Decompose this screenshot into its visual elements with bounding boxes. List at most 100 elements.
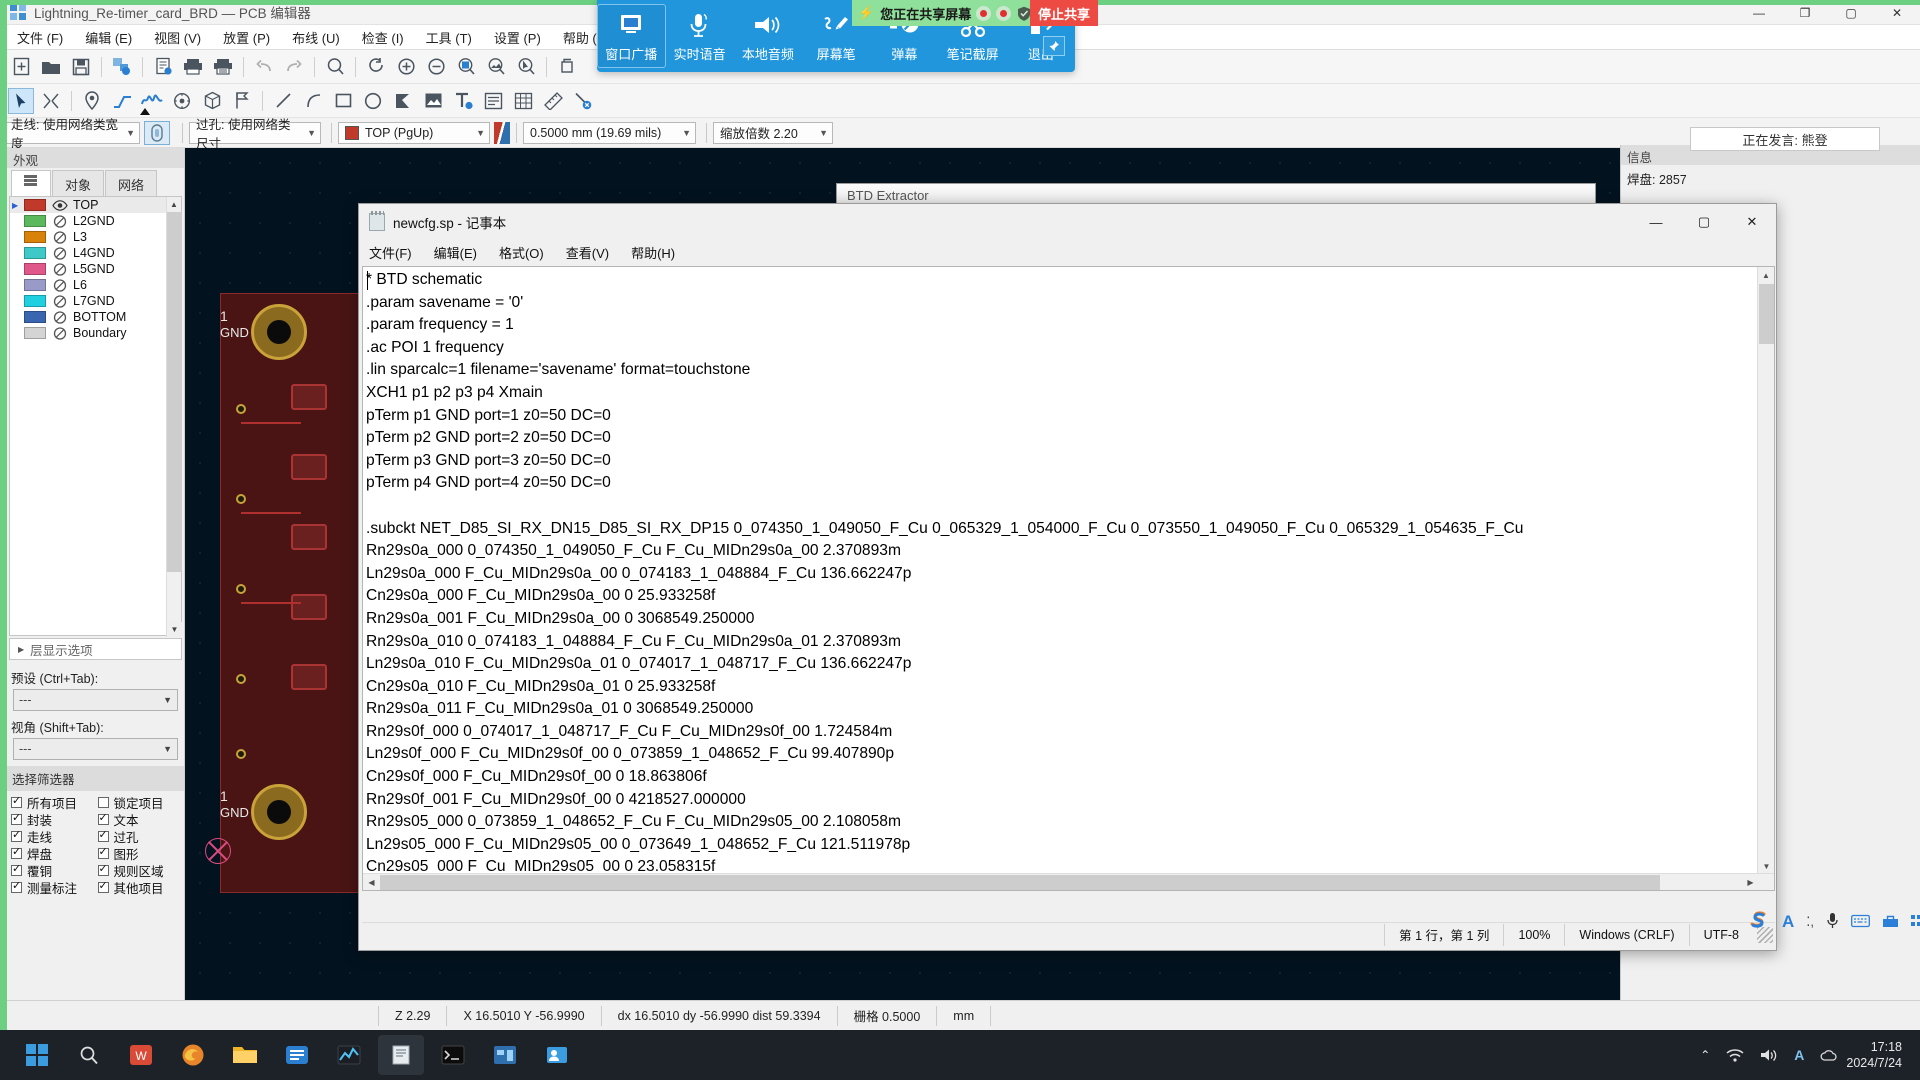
layer-color-swatch[interactable]: [24, 295, 46, 307]
connector-pad-group[interactable]: [291, 384, 327, 410]
ime-apps-icon[interactable]: [1911, 914, 1920, 931]
tab-layers[interactable]: [11, 170, 51, 196]
menu-route[interactable]: 布线 (U): [281, 25, 351, 50]
filter-pads[interactable]: 焊盘: [11, 845, 98, 862]
tab-nets[interactable]: 网络: [105, 170, 158, 196]
ime-floating-bar[interactable]: A ⁚,: [1740, 905, 1920, 939]
scroll-thumb[interactable]: [167, 212, 182, 572]
line-icon[interactable]: [270, 88, 296, 114]
taskbar-terminal[interactable]: [430, 1035, 476, 1075]
rotate-icon[interactable]: [554, 54, 580, 80]
layer-row-l4gnd[interactable]: L4GND: [10, 245, 181, 261]
layer-color-swatch[interactable]: [24, 231, 46, 243]
ime-punctuation-icon[interactable]: ⁚,: [1806, 914, 1814, 930]
zoom-objects-icon[interactable]: [483, 54, 509, 80]
layer-color-swatch[interactable]: [24, 263, 46, 275]
menu-tools[interactable]: 工具 (T): [415, 25, 483, 50]
share-local-audio-button[interactable]: 本地音频: [734, 4, 802, 68]
zoom-level-combo[interactable]: 缩放倍数 2.20 ▼: [713, 121, 833, 144]
menu-prefs[interactable]: 设置 (P): [483, 25, 552, 50]
tab-objects[interactable]: 对象: [52, 170, 105, 196]
zoom-selection-icon[interactable]: [513, 54, 539, 80]
checkbox-icon[interactable]: [11, 845, 22, 859]
scroll-left-icon[interactable]: ◀: [363, 874, 380, 890]
notepad-horizontal-scrollbar[interactable]: ◀ ▶: [363, 873, 1774, 890]
filter-footprints[interactable]: 封装: [11, 811, 98, 828]
eye-hidden-icon[interactable]: [51, 294, 68, 308]
track-width-combo[interactable]: 走线: 使用网络类宽度 ▼: [4, 118, 140, 151]
eye-visible-icon[interactable]: [51, 199, 68, 212]
ime-microphone-icon[interactable]: [1826, 912, 1839, 932]
menu-inspect[interactable]: 检查 (I): [351, 25, 415, 50]
textbox-icon[interactable]: [480, 88, 506, 114]
copper-trace[interactable]: [241, 602, 301, 604]
taskbar-chart-app[interactable]: [326, 1035, 372, 1075]
notepad-text-content[interactable]: * BTD schematic .param savename = '0' .p…: [366, 269, 1754, 890]
layer-row-l5gnd[interactable]: L5GND: [10, 261, 181, 277]
menu-file[interactable]: 文件 (F): [6, 25, 74, 50]
filter-vias[interactable]: 过孔: [97, 828, 185, 845]
checkbox-icon[interactable]: [11, 794, 22, 808]
notepad-window[interactable]: newcfg.sp - 记事本 — ▢ ✕ 文件(F) 编辑(E) 格式(O) …: [358, 203, 1777, 951]
via[interactable]: [236, 404, 246, 414]
print-icon[interactable]: [180, 54, 206, 80]
notepad-vertical-scrollbar[interactable]: ▲ ▼: [1757, 267, 1774, 875]
pin-icon[interactable]: [1043, 36, 1065, 56]
search-icon[interactable]: [322, 54, 348, 80]
eye-hidden-icon[interactable]: [51, 278, 68, 292]
new-file-icon[interactable]: [8, 54, 34, 80]
filter-locked-items[interactable]: 锁定项目: [97, 794, 185, 811]
taskbar-blue-app[interactable]: [274, 1035, 320, 1075]
copper-trace[interactable]: [241, 422, 301, 424]
polygon-icon[interactable]: [390, 88, 416, 114]
checkbox-icon[interactable]: [11, 862, 22, 876]
taskbar-pcb-editor[interactable]: [482, 1035, 528, 1075]
share-window-broadcast-button[interactable]: 窗口广播: [597, 4, 666, 68]
via[interactable]: [236, 674, 246, 684]
notepad-text-area-wrapper[interactable]: * BTD schematic .param savename = '0' .p…: [362, 266, 1775, 891]
circle-icon[interactable]: [360, 88, 386, 114]
menu-edit[interactable]: 编辑 (E): [74, 25, 143, 50]
save-icon[interactable]: [68, 54, 94, 80]
active-layer-combo[interactable]: TOP (PgUp) ▼: [338, 121, 490, 144]
route-track-icon[interactable]: [109, 88, 135, 114]
scroll-thumb-vertical[interactable]: [1759, 284, 1774, 344]
tray-ime-indicator[interactable]: A: [1794, 1047, 1804, 1063]
open-folder-icon[interactable]: [38, 54, 64, 80]
shield-icon[interactable]: [1016, 6, 1031, 21]
refresh-icon[interactable]: [363, 54, 389, 80]
layer-row-top[interactable]: ▶ TOP: [10, 197, 181, 213]
sogou-logo-icon[interactable]: [1746, 909, 1770, 936]
preset-combo[interactable]: --- ▼: [13, 689, 178, 711]
checkbox-icon[interactable]: [97, 862, 109, 876]
eye-hidden-icon[interactable]: [51, 326, 68, 340]
3d-footprint-icon[interactable]: [199, 88, 225, 114]
layer-color-swatch[interactable]: [24, 311, 46, 323]
record-icon[interactable]: [996, 5, 1012, 21]
filter-all-items[interactable]: 所有项目: [11, 794, 98, 811]
scroll-right-icon[interactable]: ▶: [1742, 874, 1759, 890]
tray-network-icon[interactable]: [1726, 1048, 1744, 1062]
ime-mode-letter[interactable]: A: [1782, 912, 1794, 932]
checkbox-icon[interactable]: [97, 845, 109, 859]
notepad-maximize-button[interactable]: ▢: [1680, 204, 1728, 240]
taskbar-search[interactable]: [66, 1035, 112, 1075]
board-setup-icon[interactable]: [109, 54, 135, 80]
flag-icon[interactable]: [229, 88, 255, 114]
via[interactable]: [236, 749, 246, 759]
eye-hidden-icon[interactable]: [51, 230, 68, 244]
notepad-minimize-button[interactable]: —: [1632, 204, 1680, 240]
layer-row-l6[interactable]: L6: [10, 277, 181, 293]
image-icon[interactable]: [420, 88, 446, 114]
filter-dimensions[interactable]: 测量标注: [11, 879, 98, 896]
connector-pad-group[interactable]: [291, 524, 327, 550]
notepad-close-button[interactable]: ✕: [1728, 204, 1776, 240]
taskbar-wps[interactable]: W: [118, 1035, 164, 1075]
checkbox-icon[interactable]: [11, 811, 22, 825]
ratsnest-icon[interactable]: [38, 88, 64, 114]
layer-color-swatch[interactable]: [24, 247, 46, 259]
filter-tracks[interactable]: 走线: [11, 828, 98, 845]
plot-icon[interactable]: [210, 54, 236, 80]
rectangle-icon[interactable]: [330, 88, 356, 114]
grid-size-combo[interactable]: 0.5000 mm (19.69 mils) ▼: [523, 121, 696, 144]
